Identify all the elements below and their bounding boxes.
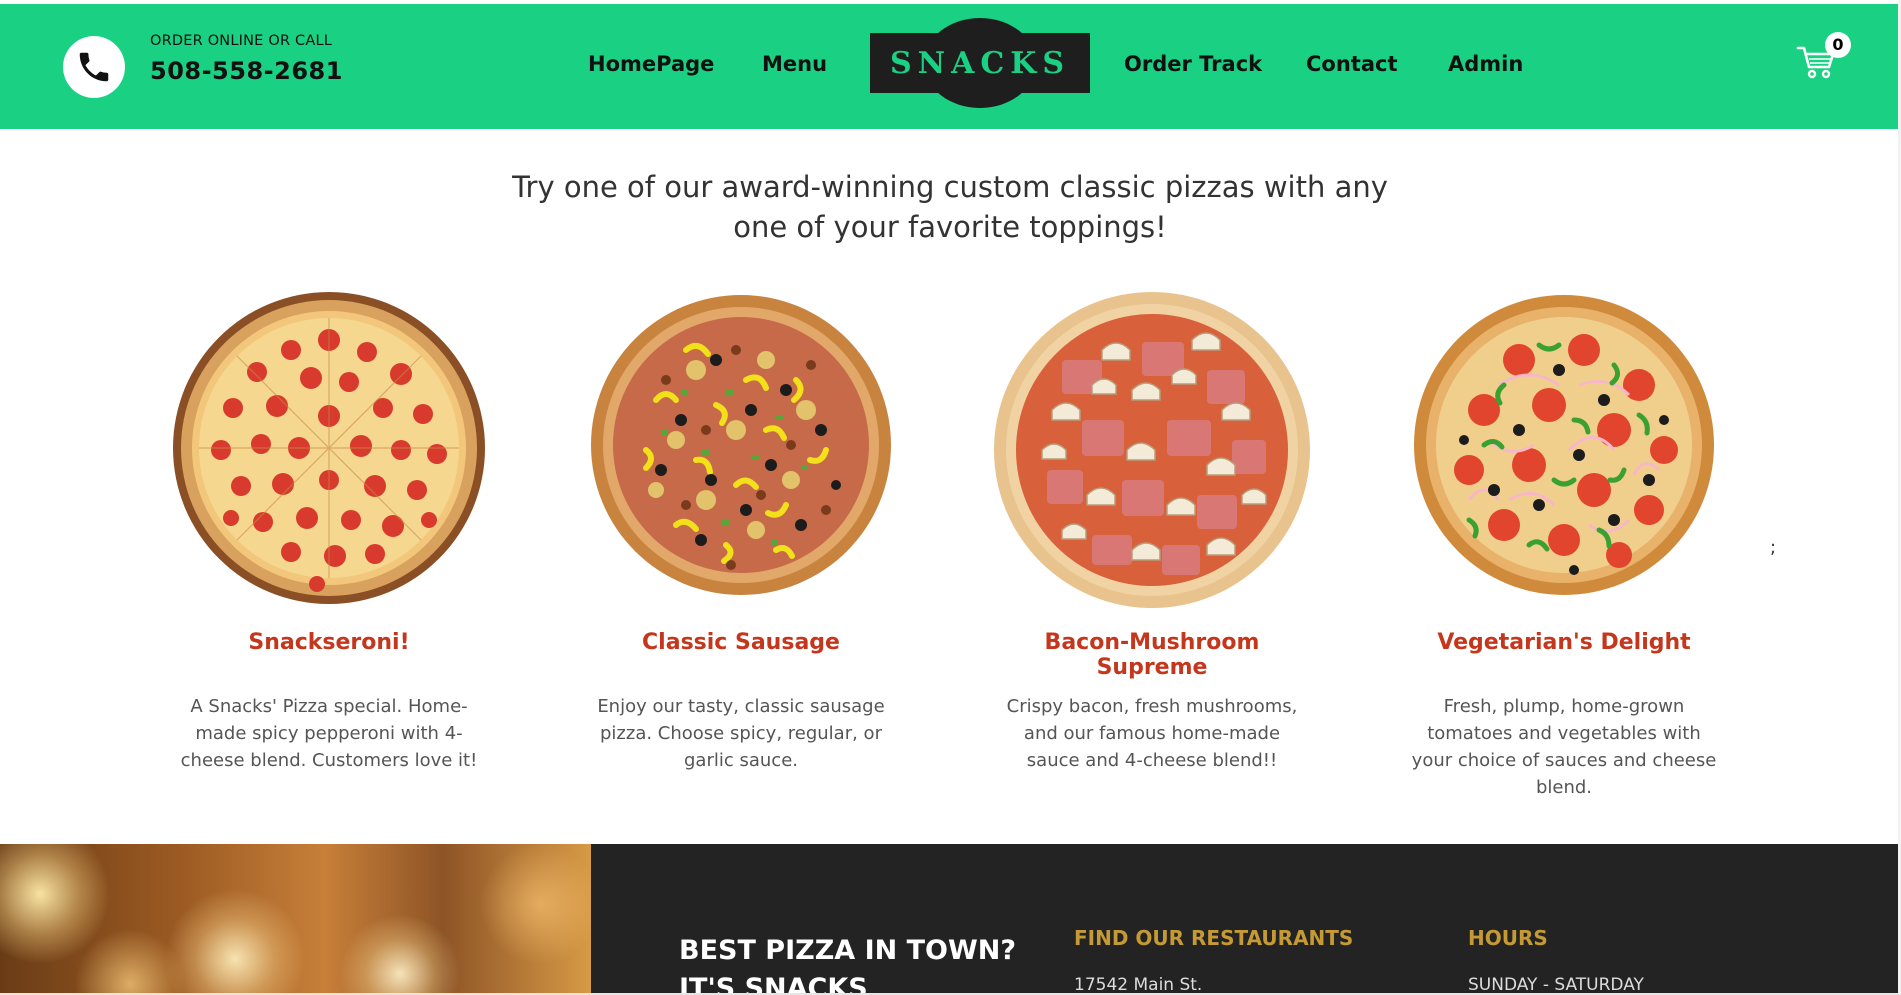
vegetarian-pizza-image xyxy=(1414,295,1714,595)
find-restaurants-heading: FIND OUR RESTAURANTS xyxy=(1074,926,1354,950)
pizza-description: Crispy bacon, fresh mushrooms, and our f… xyxy=(1006,696,1298,771)
intro-text: Try one of our award-winning custom clas… xyxy=(500,167,1400,247)
sausage-pizza-image xyxy=(591,295,891,595)
restaurant-address: 17542 Main St. xyxy=(1074,975,1203,995)
nav-contact[interactable]: Contact xyxy=(1306,52,1398,76)
intro-line-1: Try one of our award-winning custom clas… xyxy=(512,170,1388,204)
bacon-mushroom-pizza-image xyxy=(994,292,1310,608)
phone-icon-circle[interactable] xyxy=(63,36,125,98)
pizza-title[interactable]: Snackseroni! xyxy=(164,630,494,655)
pizza-description: Enjoy our tasty, classic sausage pizza. … xyxy=(597,696,885,771)
page: ORDER ONLINE OR CALL 508-558-2681 HomePa… xyxy=(0,0,1901,995)
footer-bokeh-image xyxy=(0,844,591,995)
pizza-card-classic-sausage[interactable]: Classic Sausage Enjoy our tasty, classic… xyxy=(576,290,906,771)
intro-line-2: one of your favorite toppings! xyxy=(733,210,1167,244)
hours-heading: HOURS xyxy=(1468,926,1548,950)
footer-tagline-line-1: BEST PIZZA IN TOWN? xyxy=(679,935,1017,966)
nav-homepage[interactable]: HomePage xyxy=(588,52,714,76)
phone-icon xyxy=(79,52,109,82)
footer-tagline: BEST PIZZA IN TOWN? IT'S SNACKS xyxy=(679,932,1016,995)
nav-order-track[interactable]: Order Track xyxy=(1124,52,1262,76)
pizza-description: A Snacks' Pizza special. Home-made spicy… xyxy=(180,696,478,771)
nav-menu[interactable]: Menu xyxy=(762,52,827,76)
nav-admin[interactable]: Admin xyxy=(1448,52,1523,76)
pizza-description: Fresh, plump, home-grown tomatoes and ve… xyxy=(1411,696,1717,798)
pizza-title[interactable]: Classic Sausage xyxy=(576,630,906,655)
pizza-card-bacon-mushroom[interactable]: Bacon-Mushroom Supreme Crispy bacon, fre… xyxy=(987,290,1317,771)
order-caption: ORDER ONLINE OR CALL xyxy=(150,33,333,49)
pizza-card-vegetarian[interactable]: Vegetarian's Delight Fresh, plump, home-… xyxy=(1399,290,1729,798)
pizza-card-snackseroni[interactable]: Snackseroni! A Snacks' Pizza special. Ho… xyxy=(164,290,494,771)
snacks-logo[interactable]: SNACKS xyxy=(870,17,1090,110)
pizza-title[interactable]: Vegetarian's Delight xyxy=(1399,630,1729,655)
cart-count-badge: 0 xyxy=(1825,32,1851,58)
pepperoni-pizza-image xyxy=(173,292,485,604)
stray-text: ; xyxy=(1770,537,1777,558)
footer-tagline-line-2: IT'S SNACKS xyxy=(679,973,868,995)
pizza-title[interactable]: Bacon-Mushroom Supreme xyxy=(987,630,1317,680)
logo-text: SNACKS xyxy=(890,46,1070,81)
hours-days: SUNDAY - SATURDAY xyxy=(1468,975,1644,995)
phone-number[interactable]: 508-558-2681 xyxy=(150,57,343,85)
